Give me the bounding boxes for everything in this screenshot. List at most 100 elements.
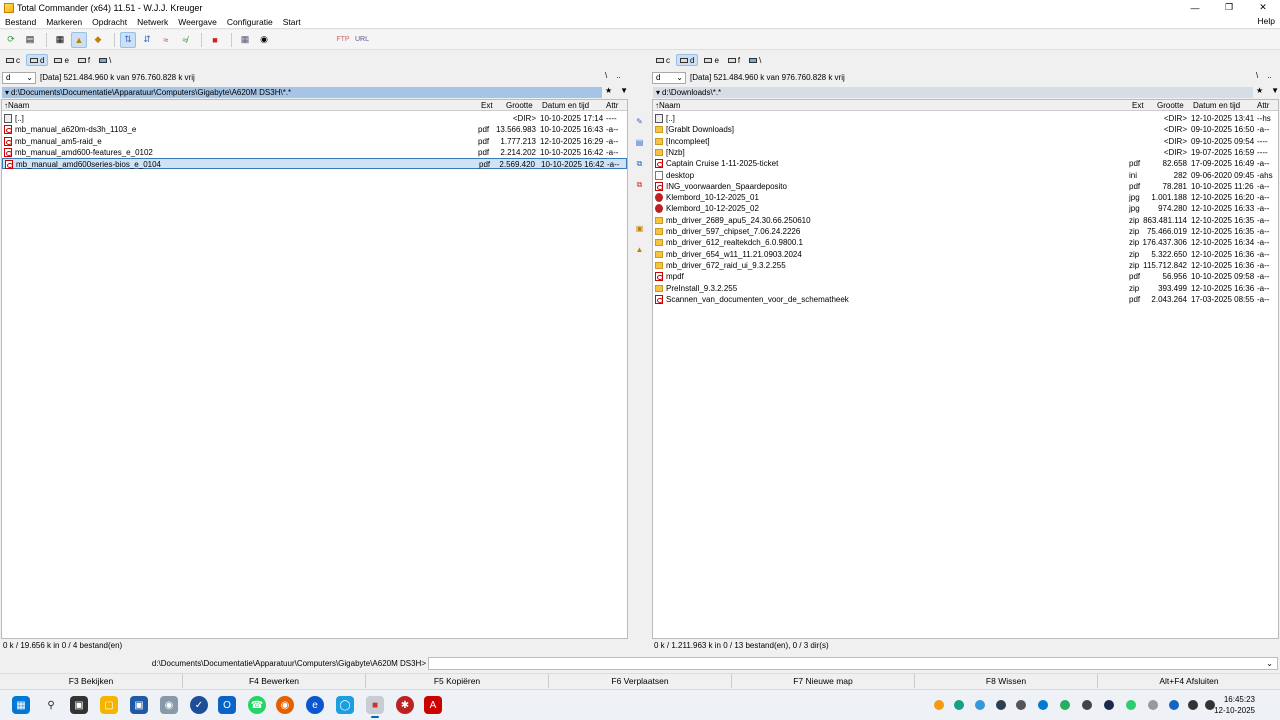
save-disk-icon[interactable]: ▣ [130,696,148,714]
outlook-icon[interactable]: O [218,696,236,714]
col-name[interactable]: ↑Naam [655,101,680,110]
file-row[interactable]: mb_manual_am5-raid_e pdf 1.777.213 12-10-20… [2,136,627,147]
col-date[interactable]: Datum en tijd [542,101,589,110]
ftp-icon[interactable]: FTP [335,32,351,48]
menu-netwerk[interactable]: Netwerk [132,17,173,27]
right-up-button[interactable]: .. [1267,71,1271,80]
app-icon-generic[interactable]: ◉ [160,696,178,714]
firefox-icon[interactable]: ◉ [276,696,294,714]
right-history-icon[interactable]: ▼ [1271,86,1279,95]
file-row[interactable]: [Incompleet] <DIR> 09-10-2025 09:54 ---- [653,136,1278,147]
tray-icon-11[interactable] [1148,700,1158,710]
left-drive-c[interactable]: c [3,54,23,66]
whatsapp-icon[interactable]: ☎ [248,696,266,714]
file-row[interactable]: mb_manual_a620m-ds3h_1103_e pdf 13.566.983… [2,124,627,135]
col-attr[interactable]: Attr [606,101,618,110]
maximize-button[interactable]: ❐ [1212,0,1246,15]
col-attr[interactable]: Attr [1257,101,1269,110]
left-root-button[interactable]: \ [605,71,607,80]
file-row[interactable]: ING_voorwaarden_Spaardeposito pdf 78.281 10… [653,181,1278,192]
f8-delete-button[interactable]: F8 Wissen [915,674,1098,688]
refresh-icon[interactable]: ⟳ [3,32,19,48]
right-drive-f[interactable]: f [725,54,743,66]
close-button[interactable]: ✕ [1246,0,1280,15]
file-row[interactable]: Klembord_10-12-2025_01 jpg 1.001.188 12-10-… [653,192,1278,203]
col-date[interactable]: Datum en tijd [1193,101,1240,110]
full-view-icon[interactable]: ▦ [52,32,68,48]
left-drive-d[interactable]: d [26,54,49,66]
right-drive-e[interactable]: e [701,54,721,66]
file-row[interactable]: [..] <DIR> 12-10-2025 13:41 --hs [653,113,1278,124]
f5-copy-button[interactable]: F5 Kopiëren [366,674,549,688]
file-row[interactable]: mpdf pdf 56.956 10-10-2025 09:58 -a-- [653,271,1278,282]
menu-bestand[interactable]: Bestand [0,17,41,27]
menu-configuratie[interactable]: Configuratie [222,17,278,27]
f6-move-button[interactable]: F6 Verplaatsen [549,674,732,688]
left-drive-e[interactable]: e [51,54,71,66]
tray-icon-1[interactable] [934,700,944,710]
col-ext[interactable]: Ext [481,101,493,110]
right-path-bar[interactable]: ▾ d:\Downloads\*.* [653,87,1253,98]
f3-view-button[interactable]: F3 Bekijken [0,674,183,688]
menu-weergave[interactable]: Weergave [173,17,222,27]
url-icon[interactable]: URL [354,32,370,48]
network-icon[interactable] [1188,700,1198,710]
app-blue-circle-icon[interactable]: ✓ [190,696,208,714]
file-row[interactable]: Klembord_10-12-2025_02 jpg 974.280 12-10-20… [653,203,1278,214]
tray-icon-9[interactable] [1104,700,1114,710]
invert-selection-icon[interactable]: ≈ [158,32,174,48]
altf4-exit-button[interactable]: Alt+F4 Afsluiten [1098,674,1280,688]
sync-icon[interactable]: ▦ [237,32,253,48]
copy-icon[interactable]: ⧉ [634,158,645,169]
view-file-icon[interactable]: ▤ [634,137,645,148]
task-view-icon[interactable]: ▣ [70,696,88,714]
file-row[interactable]: mb_driver_2689_apu5_24.30.66.250610 zip 86… [653,215,1278,226]
menu-start[interactable]: Start [278,17,306,27]
file-row[interactable]: Scannen_van_documenten_voor_de_schemathe… [653,294,1278,305]
left-history-icon[interactable]: ▼ [620,86,628,95]
col-size[interactable]: Grootte [1157,101,1184,110]
file-row[interactable]: [Grablt Downloads] <DIR> 09-10-2025 16:50-… [653,124,1278,135]
menu-opdracht[interactable]: Opdracht [87,17,132,27]
app-red-icon[interactable]: ✱ [396,696,414,714]
left-path-bar[interactable]: ▾ d:\Documents\Documentatie\Apparatuur\C… [2,87,602,98]
minimize-button[interactable]: — [1178,0,1212,15]
chevron-down-icon[interactable]: ⌄ [1266,659,1273,668]
f4-edit-button[interactable]: F4 Bewerken [183,674,366,688]
right-drive-c[interactable]: c [653,54,673,66]
left-up-button[interactable]: .. [616,71,620,80]
right-file-panel[interactable]: ↑Naam Ext Grootte Datum en tijd Attr [..… [652,99,1279,639]
tree-view-icon[interactable]: ▲ [71,31,87,48]
tray-icon-2[interactable] [954,700,964,710]
file-row[interactable]: [..] <DIR> 10-10-2025 17:14 ---- [2,113,627,124]
search-icon[interactable]: ⚲ [42,696,60,714]
tray-icon-3[interactable] [975,700,985,710]
brief-view-icon[interactable]: ▤ [22,32,38,48]
compare-icon[interactable]: ≉ [177,32,193,48]
tray-icon-5[interactable] [1016,700,1026,710]
file-row[interactable]: mb_manual_amd600-features_e_0102 pdf 2.214… [2,147,627,158]
find-binoculars-icon[interactable]: ◉ [256,32,272,48]
file-row[interactable]: Captain Cruise 1-11-2025-ticket pdf 82.658… [653,158,1278,169]
file-row[interactable]: mb_driver_672_raid_ui_9.3.2.255 zip 115.71… [653,260,1278,271]
file-row[interactable]: mb_driver_612_realtekdch_6.0.9800.1 zip 17… [653,237,1278,248]
pack-archive-icon[interactable]: ▣ [634,223,645,234]
f7-new-folder-button[interactable]: F7 Nieuwe map [732,674,915,688]
edge-icon[interactable]: e [306,696,324,714]
menu-markeren[interactable]: Markeren [41,17,87,27]
sort-ext-icon[interactable]: ⇵ [139,32,155,48]
tray-icon-4[interactable] [996,700,1006,710]
col-ext[interactable]: Ext [1132,101,1144,110]
tray-icon-10[interactable] [1126,700,1136,710]
file-row[interactable]: desktop ini 282 09-06-2020 09:45 -ahs [653,170,1278,181]
right-drive-d[interactable]: d [676,54,699,66]
thumbnail-icon[interactable]: ◆ [90,32,106,48]
left-drive-f[interactable]: f [75,54,93,66]
command-line-input[interactable]: ⌄ [428,656,1278,670]
app-chat-icon[interactable]: ◯ [336,696,354,714]
dropbox-icon[interactable] [1038,700,1048,710]
right-drive-network[interactable]: \ [746,54,764,66]
file-row[interactable]: mb_driver_654_w11_11.21.0903.2024 zip 5.32… [653,249,1278,260]
tray-icon-8[interactable] [1082,700,1092,710]
file-row[interactable]: mb_driver_597_chipset_7.06.24.2226 zip 75.… [653,226,1278,237]
